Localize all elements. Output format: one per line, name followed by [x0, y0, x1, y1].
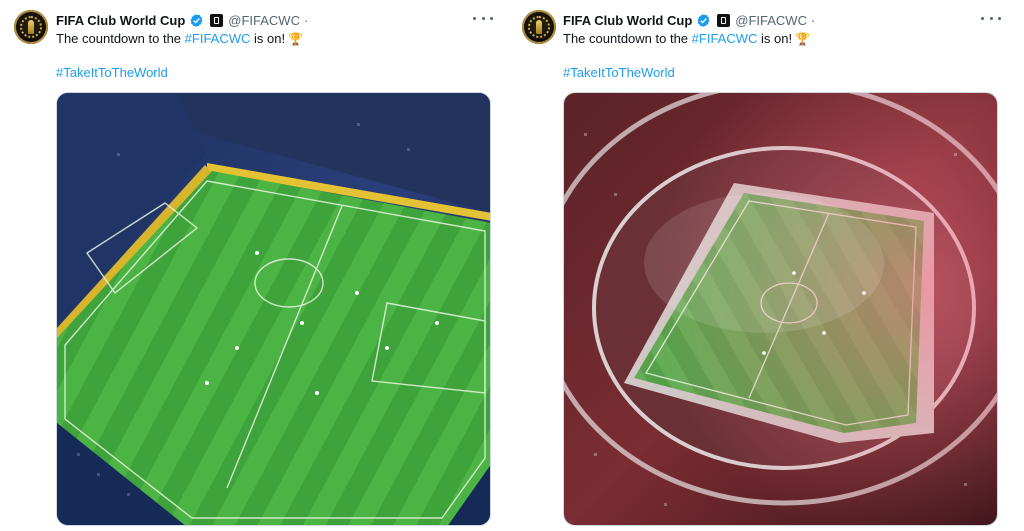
tweet-card-2[interactable]: FIFA Club World Cup @FIFACWC · The count… [508, 0, 1024, 531]
avatar[interactable] [14, 10, 48, 44]
affiliate-badge-icon [717, 13, 731, 27]
avatar[interactable] [522, 10, 556, 44]
verified-badge-icon [696, 13, 711, 28]
account-handle[interactable]: @FIFACWC [735, 13, 807, 28]
tweet-text-start: The countdown to the [56, 31, 185, 46]
affiliate-badge-icon [210, 13, 224, 27]
hashtag-link-takeittotheworld[interactable]: #TakeItToTheWorld [563, 65, 675, 80]
tweet-text-end: is on! [757, 31, 793, 46]
account-handle[interactable]: @FIFACWC [228, 13, 300, 28]
tweet-header: FIFA Club World Cup @FIFACWC · [56, 11, 308, 29]
tweet-text: The countdown to the #FIFACWC is on! 🏆 [56, 31, 303, 46]
tweet-text-start: The countdown to the [563, 31, 692, 46]
trophy-emoji: 🏆 [288, 32, 304, 46]
tweet-card-1[interactable]: FIFA Club World Cup @FIFACWC · The count… [0, 0, 508, 531]
tweet-text-end: is on! [250, 31, 286, 46]
tweet-media-image[interactable] [563, 92, 998, 526]
separator-dot: · [303, 12, 309, 28]
verified-badge-icon [189, 13, 204, 28]
separator-dot: · [810, 12, 816, 28]
more-options-icon[interactable] [473, 10, 493, 26]
tweet-text: The countdown to the #FIFACWC is on! 🏆 [563, 31, 810, 46]
trophy-emoji: 🏆 [795, 32, 811, 46]
account-name[interactable]: FIFA Club World Cup [56, 13, 185, 28]
hashtag-link-fifacwc[interactable]: #FIFACWC [185, 31, 251, 46]
hashtag-link-takeittotheworld[interactable]: #TakeItToTheWorld [56, 65, 168, 80]
stadium-aerial-image [564, 93, 997, 525]
tweet-header: FIFA Club World Cup @FIFACWC · [563, 11, 815, 29]
more-options-icon[interactable] [981, 10, 1001, 26]
account-name[interactable]: FIFA Club World Cup [563, 13, 692, 28]
trophy-logo-icon [28, 20, 34, 34]
hashtag-link-fifacwc[interactable]: #FIFACWC [692, 31, 758, 46]
stadium-aerial-image [57, 93, 490, 525]
trophy-logo-icon [536, 20, 542, 34]
tweet-media-image[interactable] [56, 92, 491, 526]
